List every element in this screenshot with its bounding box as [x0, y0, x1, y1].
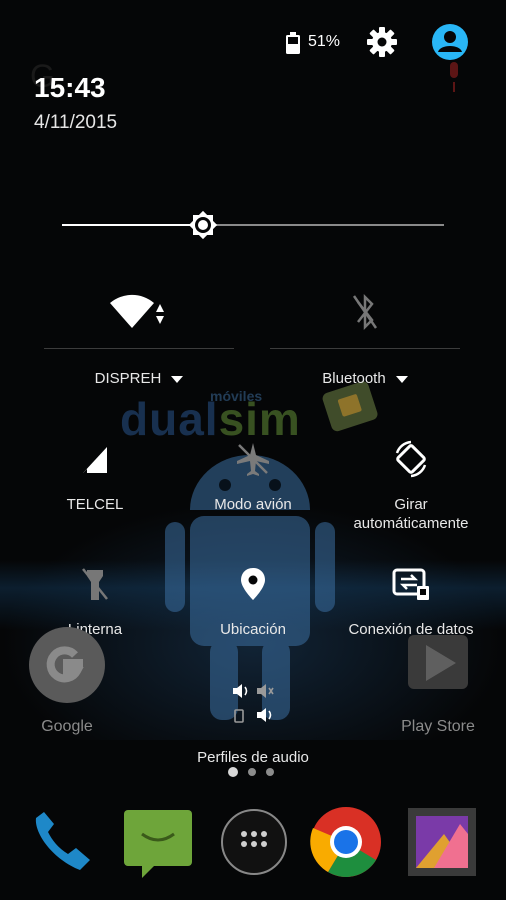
tile-airplane-label: Modo avión — [214, 496, 292, 513]
home-app-play-store[interactable]: Play Store — [388, 625, 488, 736]
bluetooth-icon — [352, 293, 378, 331]
play-store-icon — [408, 635, 468, 689]
settings-gear-icon[interactable] — [366, 26, 398, 58]
wifi-dropdown-icon[interactable] — [171, 375, 184, 383]
rotate-icon — [336, 437, 486, 481]
tile-location[interactable]: Ubicación — [178, 562, 328, 639]
dock-gallery[interactable] — [404, 804, 480, 880]
brightness-icon[interactable] — [186, 208, 220, 242]
page-dot[interactable] — [266, 768, 274, 776]
tile-location-label: Ubicación — [220, 621, 286, 638]
location-icon — [178, 562, 328, 606]
bluetooth-divider — [270, 348, 460, 349]
page-dot-active[interactable] — [228, 767, 238, 777]
user-avatar-icon[interactable] — [432, 24, 468, 60]
brightness-fill — [62, 224, 204, 226]
dock-chrome[interactable] — [308, 804, 384, 880]
bluetooth-tile[interactable]: Bluetooth — [270, 290, 460, 400]
tile-audio-profiles[interactable]: Perfiles de audio — [178, 682, 328, 767]
data-connection-icon — [336, 562, 486, 606]
wifi-tile[interactable]: DISPREH — [44, 290, 234, 400]
google-app-icon — [29, 627, 105, 703]
brightness-slider[interactable] — [62, 224, 444, 226]
phone-icon — [35, 812, 90, 870]
bluetooth-dropdown-icon[interactable] — [395, 375, 408, 383]
audio-profiles-icon — [178, 682, 328, 726]
clock-time: 15:43 — [34, 72, 106, 103]
tile-airplane-mode[interactable]: Modo avión — [178, 437, 328, 514]
bluetooth-text: Bluetooth — [322, 370, 386, 387]
flashlight-icon — [20, 562, 170, 606]
chrome-icon — [310, 807, 381, 877]
dock-messaging[interactable] — [120, 804, 196, 880]
wifi-divider — [44, 348, 234, 349]
gallery-icon — [408, 808, 476, 876]
wifi-icon — [110, 294, 164, 328]
bluetooth-label: Bluetooth — [270, 370, 460, 387]
battery-icon — [286, 32, 300, 54]
wifi-ssid: DISPREH — [94, 370, 162, 387]
dock-app-drawer[interactable] — [216, 804, 292, 880]
tile-rotate-label: Girar automáticamente — [353, 496, 469, 532]
airplane-icon — [178, 437, 328, 481]
page-indicator — [228, 767, 278, 778]
signal-icon — [20, 437, 170, 481]
tile-auto-rotate[interactable]: Girar automáticamente — [336, 437, 486, 533]
app-drawer-icon — [221, 809, 287, 875]
messaging-icon — [124, 810, 192, 878]
battery-percent: 51% — [308, 33, 341, 50]
google-app-label: Google — [41, 718, 93, 735]
status-bar: 51% — [0, 0, 506, 80]
wifi-icon-wrap — [44, 290, 234, 334]
page-dot[interactable] — [248, 768, 256, 776]
tile-telcel-label: TELCEL — [66, 496, 124, 513]
home-app-google[interactable]: Google — [17, 625, 117, 736]
tile-telcel[interactable]: TELCEL — [20, 437, 170, 514]
wifi-label: DISPREH — [44, 370, 234, 387]
play-store-label: Play Store — [401, 718, 475, 735]
audio-profiles-label: Perfiles de audio — [197, 749, 309, 766]
mic-icon — [450, 62, 458, 92]
clock-date: 4/11/2015 — [34, 112, 118, 133]
bluetooth-icon-wrap — [270, 290, 460, 334]
dock-phone[interactable] — [24, 804, 100, 880]
